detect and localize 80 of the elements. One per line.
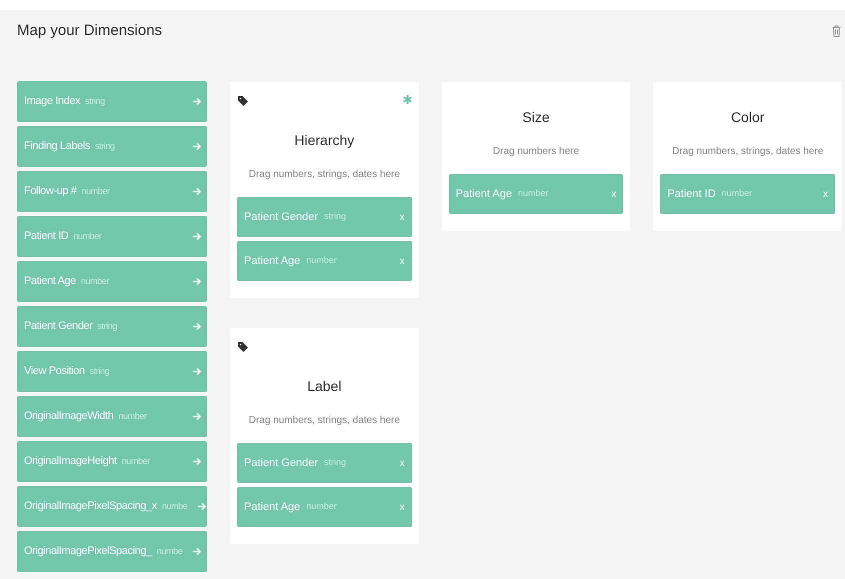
dimension-item[interactable]: Finding Labels string (17, 126, 207, 167)
remove-button[interactable]: x (400, 456, 405, 470)
remove-button[interactable]: x (611, 186, 616, 202)
field-chip[interactable]: Patient Age number x (448, 174, 624, 214)
dimension-type: string (94, 140, 115, 153)
dimension-item[interactable]: Patient ID number (17, 216, 207, 257)
field-chip[interactable]: Patient Age number x (237, 241, 412, 281)
field-chip[interactable]: Patient ID number x (660, 174, 836, 214)
dimension-name: Finding Labels (24, 139, 90, 154)
dimension-type: number (73, 230, 102, 243)
dimension-item[interactable]: OriginalImagePixelSpacing_ numbe (17, 531, 207, 572)
dimension-name: OriginalImagePixelSpacing_x (24, 499, 157, 514)
remove-button[interactable]: x (400, 500, 405, 514)
dimension-type: number (80, 274, 109, 288)
field-name: Patient Gender (244, 210, 318, 225)
arrow-right-icon (197, 502, 206, 511)
field-type: string (324, 456, 346, 470)
dimension-item[interactable]: Image Index string (17, 81, 207, 122)
tag-icon (237, 95, 249, 107)
drop-hint: Drag numbers, strings, dates here (248, 415, 401, 427)
dimension-type: numbe (156, 544, 182, 558)
dimension-type: number (81, 184, 110, 198)
dimension-item[interactable]: View Position string (17, 351, 207, 392)
field-chip[interactable]: Patient Age number x (237, 487, 412, 527)
dimension-item[interactable]: Patient Gender string (17, 306, 207, 347)
drop-hint: Drag numbers here (492, 146, 580, 158)
card-title: Hierarchy (293, 132, 356, 149)
dimension-name: OriginalImageHeight (24, 454, 117, 470)
dimension-item[interactable]: Follow-up # number (17, 171, 207, 212)
tag-icon (237, 341, 249, 353)
drop-hint: Drag numbers, strings, dates here (248, 169, 401, 181)
dimension-name: View Position (24, 364, 85, 380)
arrow-right-icon (192, 187, 201, 196)
field-name: Patient Gender (244, 456, 318, 471)
arrow-right-icon (192, 232, 201, 241)
field-type: number (722, 187, 752, 200)
card-title: Color (730, 109, 766, 126)
dimension-name: Patient Age (24, 274, 76, 290)
field-type: number (306, 254, 337, 268)
dimension-type: string (90, 364, 110, 378)
card-title: Label (306, 378, 342, 395)
dimension-name: Image Index (24, 94, 80, 110)
field-type: number (518, 187, 548, 200)
dimension-item[interactable]: OriginalImageWidth number (17, 396, 207, 437)
field-chip[interactable]: Patient Gender string x (237, 443, 412, 483)
field-chip[interactable]: Patient Gender string x (237, 197, 412, 237)
dimension-item[interactable]: Patient Age number (17, 261, 207, 302)
card-title: Size (521, 109, 551, 126)
dimension-name: Follow-up # (24, 184, 76, 200)
arrow-right-icon (192, 457, 201, 466)
arrow-right-icon (192, 412, 201, 421)
arrow-right-icon (192, 322, 201, 331)
dimension-type: string (97, 320, 118, 333)
dimension-item[interactable]: OriginalImageHeight number (17, 441, 207, 482)
field-name: Patient Age (244, 500, 300, 515)
remove-button[interactable]: x (823, 186, 828, 202)
field-name: Patient ID (667, 186, 716, 202)
dimension-name: OriginalImageWidth (24, 409, 114, 424)
dimension-name: Patient Gender (24, 319, 92, 334)
arrow-right-icon (192, 277, 201, 286)
dimension-type: number (118, 410, 147, 423)
drop-hint: Drag numbers, strings, dates here (671, 146, 824, 158)
dimension-name: Patient ID (24, 229, 68, 244)
field-type: string (324, 210, 346, 224)
dimension-type: number (122, 454, 150, 468)
dimension-name: OriginalImagePixelSpacing_ (24, 544, 152, 560)
panel-title: Map your Dimensions (17, 20, 162, 41)
field-name: Patient Age (244, 254, 300, 269)
dimension-type: string (85, 94, 105, 108)
remove-button[interactable]: x (400, 210, 405, 224)
dimension-item[interactable]: OriginalImagePixelSpacing_x numbe (17, 486, 207, 527)
arrow-right-icon (192, 367, 201, 376)
field-name: Patient Age (456, 186, 512, 202)
arrow-right-icon (192, 97, 201, 106)
remove-button[interactable]: x (400, 254, 405, 268)
field-type: number (306, 500, 337, 514)
trash-icon[interactable] (832, 25, 841, 37)
arrow-right-icon (192, 547, 202, 556)
dimension-type: numbe (162, 500, 188, 513)
arrow-right-icon (192, 142, 201, 151)
